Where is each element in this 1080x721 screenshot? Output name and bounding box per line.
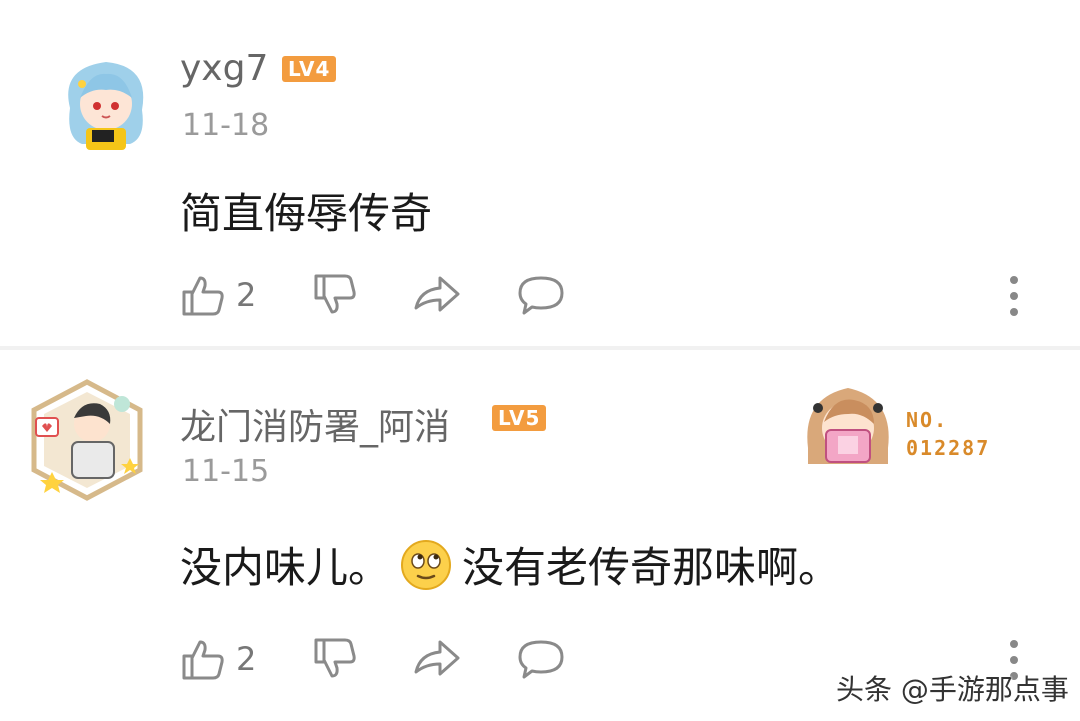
reply-button[interactable] xyxy=(516,272,566,318)
comment-bubble-icon xyxy=(518,276,564,315)
comment-text-part: 没内味儿。 xyxy=(180,543,391,592)
dislike-button[interactable] xyxy=(312,636,358,682)
thumbs-up-icon xyxy=(182,640,224,680)
level-badge: LV4 xyxy=(282,56,337,82)
avatar-anime-girl-icon xyxy=(68,62,144,150)
more-options-button[interactable] xyxy=(1004,272,1024,320)
comment-actions: 2 xyxy=(180,270,566,320)
comment-text: 简直侮辱传奇 xyxy=(180,180,432,241)
comment-text-part: 没有老传奇那味啊。 xyxy=(462,543,841,592)
thumbs-down-icon xyxy=(314,638,357,678)
watermark: 头条 @手游那点事 xyxy=(836,673,1069,706)
fan-badge: NO. 012287 xyxy=(798,378,1008,468)
thumbs-down-icon xyxy=(314,274,357,314)
badge-label: NO. xyxy=(906,408,949,432)
comment-text-part: 简直侮辱传奇 xyxy=(180,189,433,238)
user-avatar[interactable] xyxy=(22,374,152,504)
rolling-eyes-emoji-icon xyxy=(401,539,452,590)
share-button[interactable] xyxy=(412,636,462,682)
user-avatar[interactable] xyxy=(50,48,162,160)
share-arrow-icon xyxy=(414,640,460,676)
like-button[interactable]: 2 xyxy=(180,272,256,318)
comment-actions: 2 xyxy=(180,634,566,684)
comment-text: 没内味儿。 没有老传奇那味啊。 xyxy=(180,534,840,595)
comment-date: 11-15 xyxy=(182,454,270,489)
level-badge: LV5 xyxy=(492,405,547,431)
thumbs-up-icon xyxy=(182,276,224,316)
like-count: 2 xyxy=(236,276,257,314)
avatar-frame-character-icon xyxy=(31,379,143,501)
username[interactable]: 龙门消防署_阿消 xyxy=(180,398,450,450)
reply-button[interactable] xyxy=(516,636,566,682)
username[interactable]: yxg7 xyxy=(180,48,268,89)
fan-badge-character-icon xyxy=(807,388,889,464)
comment-bubble-icon xyxy=(518,640,564,679)
like-count: 2 xyxy=(236,640,257,678)
comment-item: yxg7 LV4 11-18 简直侮辱传奇 2 xyxy=(0,0,1080,346)
badge-number: 012287 xyxy=(906,436,991,460)
share-arrow-icon xyxy=(414,276,460,312)
like-button[interactable]: 2 xyxy=(180,636,256,682)
dislike-button[interactable] xyxy=(312,272,358,318)
comment-date: 11-18 xyxy=(182,108,270,143)
share-button[interactable] xyxy=(412,272,462,318)
